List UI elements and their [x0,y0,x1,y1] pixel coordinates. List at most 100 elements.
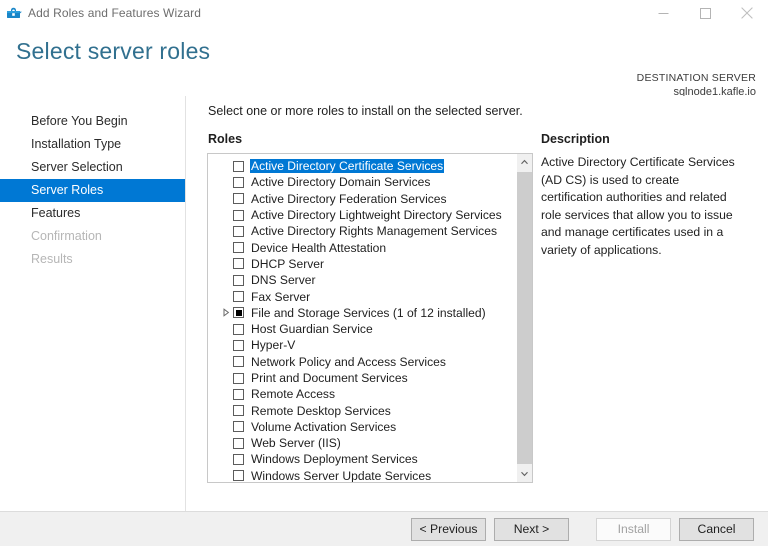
role-label: Fax Server [251,289,311,304]
role-label: Active Directory Domain Services [251,175,431,190]
role-checkbox[interactable] [233,291,244,303]
next-button[interactable]: Next > [494,517,569,541]
role-label: Remote Desktop Services [251,403,391,418]
roles-section-label: Roles [208,132,243,146]
role-checkbox[interactable] [233,339,244,351]
role-label: File and Storage Services (1 of 12 insta… [251,305,486,320]
sidebar-item-server-roles[interactable]: Server Roles [0,179,185,202]
role-row[interactable]: Windows Deployment Services [208,451,516,467]
role-row[interactable]: Active Directory Domain Services [208,174,516,190]
toolbox-icon [7,7,22,18]
role-row[interactable]: DHCP Server [208,256,516,272]
role-checkbox[interactable] [233,274,244,286]
window-controls [642,0,768,26]
role-checkbox[interactable] [233,405,244,417]
role-checkbox[interactable] [233,160,244,172]
page-title: Select server roles [16,38,211,64]
close-button[interactable] [726,0,768,26]
role-row[interactable]: Host Guardian Service [208,321,516,337]
role-row[interactable]: Windows Server Update Services [208,468,516,482]
install-button: Install [596,517,671,541]
role-checkbox[interactable] [233,307,244,319]
role-row[interactable]: Device Health Attestation [208,239,516,255]
scroll-up-button[interactable] [517,154,532,171]
sidebar-item-label: Features [31,206,81,220]
scroll-down-button[interactable] [517,465,532,482]
role-checkbox[interactable] [233,258,244,270]
wizard-body: Before You Begin Installation Type Server … [0,96,768,511]
role-checkbox[interactable] [233,356,244,368]
role-row[interactable]: Active Directory Lightweight Directory S… [208,207,516,223]
scrollbar-thumb[interactable] [517,172,532,464]
role-row[interactable]: Remote Desktop Services [208,402,516,418]
sidebar-item-installation-type[interactable]: Installation Type [0,133,185,156]
maximize-button[interactable] [684,0,726,26]
role-label: Volume Activation Services [251,419,397,434]
role-checkbox[interactable] [233,242,244,254]
role-row[interactable]: Active Directory Rights Management Servi… [208,223,516,239]
wizard-step-nav: Before You Begin Installation Type Server … [0,96,186,511]
role-label: Remote Access [251,387,336,402]
button-label: Install [617,521,650,536]
role-row[interactable]: Volume Activation Services [208,419,516,435]
button-label: Cancel [697,521,736,536]
page-header: Select server roles DESTINATION SERVER s… [0,26,768,98]
role-checkbox[interactable] [233,176,244,188]
role-row[interactable]: Active Directory Certificate Services [208,158,516,174]
previous-button[interactable]: < Previous [411,517,486,541]
main-pane: Select one or more roles to install on t… [186,96,768,511]
role-checkbox[interactable] [233,323,244,335]
role-checkbox[interactable] [233,193,244,205]
role-checkbox[interactable] [233,209,244,221]
role-label: DNS Server [251,273,316,288]
role-label: Network Policy and Access Services [251,354,446,369]
expand-triangle-icon[interactable] [220,307,231,318]
role-row[interactable]: Fax Server [208,288,516,304]
instruction-text: Select one or more roles to install on t… [208,104,523,118]
title-bar: Add Roles and Features Wizard [0,0,768,26]
role-checkbox[interactable] [233,372,244,384]
role-row[interactable]: File and Storage Services (1 of 12 insta… [208,305,516,321]
role-label: Active Directory Lightweight Directory S… [251,208,502,223]
role-checkbox[interactable] [233,421,244,433]
sidebar-item-before-you-begin[interactable]: Before You Begin [0,110,185,133]
description-text: Active Directory Certificate Services (A… [541,155,735,257]
sidebar-item-server-selection[interactable]: Server Selection [0,156,185,179]
sidebar-item-label: Confirmation [31,229,102,243]
role-row[interactable]: Web Server (IIS) [208,435,516,451]
sidebar-item-label: Results [31,252,73,266]
wizard-window: Add Roles and Features Wizard Select ser… [0,0,768,546]
role-checkbox[interactable] [233,225,244,237]
role-checkbox[interactable] [233,470,244,482]
roles-listbox[interactable]: Active Directory Certificate Services Act… [207,153,533,483]
sidebar-item-label: Server Roles [31,183,104,197]
role-label: Host Guardian Service [251,322,373,337]
role-row[interactable]: Remote Access [208,386,516,402]
roles-scrollbar[interactable] [516,154,532,482]
chevron-up-icon [521,159,528,165]
role-label: Print and Document Services [251,371,408,385]
scrollbar-track[interactable] [517,171,532,465]
role-row[interactable]: DNS Server [208,272,516,288]
sidebar-item-label: Installation Type [31,137,122,151]
role-label: Windows Deployment Services [251,452,418,467]
role-row[interactable]: Hyper-V [208,337,516,353]
roles-list[interactable]: Active Directory Certificate Services Act… [208,154,516,482]
role-label: Active Directory Rights Management Servi… [251,224,497,239]
role-row[interactable]: Print and Document Services [208,370,516,386]
role-label: Active Directory Certificate Services [250,159,445,174]
role-checkbox[interactable] [233,453,244,465]
role-checkbox[interactable] [233,437,244,449]
role-row[interactable]: Network Policy and Access Services [208,354,516,370]
role-label: DHCP Server [251,256,325,271]
window-title: Add Roles and Features Wizard [28,6,201,20]
sidebar-item-label: Server Selection [31,160,123,174]
cancel-button[interactable]: Cancel [679,517,754,541]
sidebar-item-features[interactable]: Features [0,202,185,225]
role-checkbox[interactable] [233,388,244,400]
minimize-button[interactable] [642,0,684,26]
role-label: Active Directory Federation Services [251,191,447,206]
role-label: Web Server (IIS) [251,436,341,451]
maximize-icon [699,7,711,19]
role-row[interactable]: Active Directory Federation Services [208,191,516,207]
